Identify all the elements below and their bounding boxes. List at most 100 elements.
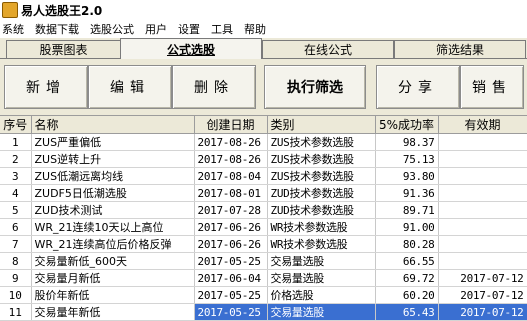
expiry-cell[interactable] [438,218,527,236]
sell-button[interactable]: 销售 [460,65,524,109]
expiry-cell[interactable] [438,252,527,270]
category-cell[interactable]: 价格选股 [267,286,376,304]
success-rate-cell[interactable]: 93.80 [375,167,439,185]
delete-button[interactable]: 删除 [172,65,256,109]
row-index-cell[interactable]: 6 [0,218,32,236]
created-date-cell[interactable]: 2017-08-26 [194,150,268,168]
row-index-cell[interactable]: 3 [0,167,32,185]
tab-filter-results[interactable]: 筛选结果 [394,40,526,58]
success-rate-cell[interactable]: 75.13 [375,150,439,168]
menu-tools[interactable]: 工具 [209,21,242,37]
tab-formula-pick[interactable]: 公式选股 [120,38,262,59]
table-row[interactable]: 11 交易量年新低 2017-05-25 交易量选股 65.43 2017-07-12 [0,303,527,321]
expiry-cell[interactable] [438,201,527,219]
table-row[interactable]: 3 ZUS低潮远离均线 2017-08-04 ZUS技术参数选股 93.80 [0,167,527,185]
success-rate-cell[interactable]: 60.20 [375,286,439,304]
row-index-cell[interactable]: 4 [0,184,32,202]
expiry-cell[interactable]: 2017-07-12 [438,269,527,287]
column-header-category[interactable]: 类别 [267,116,376,134]
column-header-expiry[interactable]: 有效期 [438,116,527,134]
table-row[interactable]: 8 交易量新低_600天 2017-05-25 交易量选股 66.55 [0,252,527,270]
created-date-cell[interactable]: 2017-05-25 [194,303,268,321]
formula-name-cell[interactable]: ZUS严重偏低 [31,133,195,151]
menu-help[interactable]: 帮助 [242,21,275,37]
row-index-cell[interactable]: 5 [0,201,32,219]
formula-name-cell[interactable]: 股价年新低 [31,286,195,304]
column-header-index[interactable]: 序号 [0,116,32,134]
category-cell[interactable]: 交易量选股 [267,269,376,287]
success-rate-cell[interactable]: 91.00 [375,218,439,236]
expiry-cell[interactable] [438,167,527,185]
row-index-cell[interactable]: 7 [0,235,32,253]
edit-button[interactable]: 编辑 [88,65,172,109]
formula-name-cell[interactable]: ZUDF5日低潮选股 [31,184,195,202]
menu-user[interactable]: 用户 [143,21,176,37]
created-date-cell[interactable]: 2017-06-26 [194,235,268,253]
table-row[interactable]: 2 ZUS逆转上升 2017-08-26 ZUS技术参数选股 75.13 [0,150,527,168]
table-row[interactable]: 6 WR_21连续10天以上高位 2017-06-26 WR技术参数选股 91.00 [0,218,527,236]
created-date-cell[interactable]: 2017-06-26 [194,218,268,236]
tab-online-formula[interactable]: 在线公式 [262,40,394,58]
created-date-cell[interactable]: 2017-08-26 [194,133,268,151]
created-date-cell[interactable]: 2017-05-25 [194,286,268,304]
success-rate-cell[interactable]: 69.72 [375,269,439,287]
expiry-cell[interactable] [438,150,527,168]
created-date-cell[interactable]: 2017-08-01 [194,184,268,202]
formula-name-cell[interactable]: 交易量年新低 [31,303,195,321]
new-button[interactable]: 新增 [4,65,88,109]
row-index-cell[interactable]: 8 [0,252,32,270]
category-cell[interactable]: 交易量选股 [267,252,376,270]
menu-data-download[interactable]: 数据下载 [33,21,88,37]
created-date-cell[interactable]: 2017-07-28 [194,201,268,219]
table-row[interactable]: 9 交易量月新低 2017-06-04 交易量选股 69.72 2017-07-12 [0,269,527,287]
table-row[interactable]: 5 ZUD技术测试 2017-07-28 ZUD技术参数选股 89.71 [0,201,527,219]
success-rate-cell[interactable]: 65.43 [375,303,439,321]
column-header-name[interactable]: 名称 [31,116,195,134]
created-date-cell[interactable]: 2017-05-25 [194,252,268,270]
category-cell[interactable]: WR技术参数选股 [267,218,376,236]
table-row[interactable]: 10 股价年新低 2017-05-25 价格选股 60.20 2017-07-12 [0,286,527,304]
expiry-cell[interactable] [438,184,527,202]
category-cell[interactable]: ZUS技术参数选股 [267,133,376,151]
run-filter-button[interactable]: 执行筛选 [264,65,366,109]
menu-settings[interactable]: 设置 [176,21,209,37]
share-button[interactable]: 分享 [376,65,460,109]
category-cell[interactable]: ZUS技术参数选股 [267,150,376,168]
success-rate-cell[interactable]: 91.36 [375,184,439,202]
created-date-cell[interactable]: 2017-08-04 [194,167,268,185]
success-rate-cell[interactable]: 98.37 [375,133,439,151]
formula-name-cell[interactable]: 交易量月新低 [31,269,195,287]
expiry-cell[interactable]: 2017-07-12 [438,286,527,304]
column-header-success-rate[interactable]: 5%成功率 [375,116,439,134]
category-cell[interactable]: ZUS技术参数选股 [267,167,376,185]
formula-name-cell[interactable]: WR_21连续10天以上高位 [31,218,195,236]
expiry-cell[interactable] [438,235,527,253]
success-rate-cell[interactable]: 89.71 [375,201,439,219]
row-index-cell[interactable]: 11 [0,303,32,321]
tab-stock-chart[interactable]: 股票图表 [6,40,121,58]
formula-name-cell[interactable]: ZUS逆转上升 [31,150,195,168]
formula-name-cell[interactable]: WR_21连续高位后价格反弹 [31,235,195,253]
success-rate-cell[interactable]: 66.55 [375,252,439,270]
row-index-cell[interactable]: 2 [0,150,32,168]
created-date-cell[interactable]: 2017-06-04 [194,269,268,287]
expiry-cell[interactable] [438,133,527,151]
success-rate-cell[interactable]: 80.28 [375,235,439,253]
row-index-cell[interactable]: 10 [0,286,32,304]
table-row[interactable]: 7 WR_21连续高位后价格反弹 2017-06-26 WR技术参数选股 80.28 [0,235,527,253]
row-index-cell[interactable]: 1 [0,133,32,151]
category-cell[interactable]: WR技术参数选股 [267,235,376,253]
category-cell[interactable]: ZUD技术参数选股 [267,184,376,202]
formula-name-cell[interactable]: 交易量新低_600天 [31,252,195,270]
menu-system[interactable]: 系统 [0,21,33,37]
row-index-cell[interactable]: 9 [0,269,32,287]
column-header-date[interactable]: 创建日期 [194,116,268,134]
menu-formula[interactable]: 选股公式 [88,21,143,37]
table-row[interactable]: 1 ZUS严重偏低 2017-08-26 ZUS技术参数选股 98.37 [0,133,527,151]
formula-name-cell[interactable]: ZUS低潮远离均线 [31,167,195,185]
table-row[interactable]: 4 ZUDF5日低潮选股 2017-08-01 ZUD技术参数选股 91.36 [0,184,527,202]
category-cell[interactable]: 交易量选股 [267,303,376,321]
formula-name-cell[interactable]: ZUD技术测试 [31,201,195,219]
category-cell[interactable]: ZUD技术参数选股 [267,201,376,219]
expiry-cell[interactable]: 2017-07-12 [438,303,527,321]
